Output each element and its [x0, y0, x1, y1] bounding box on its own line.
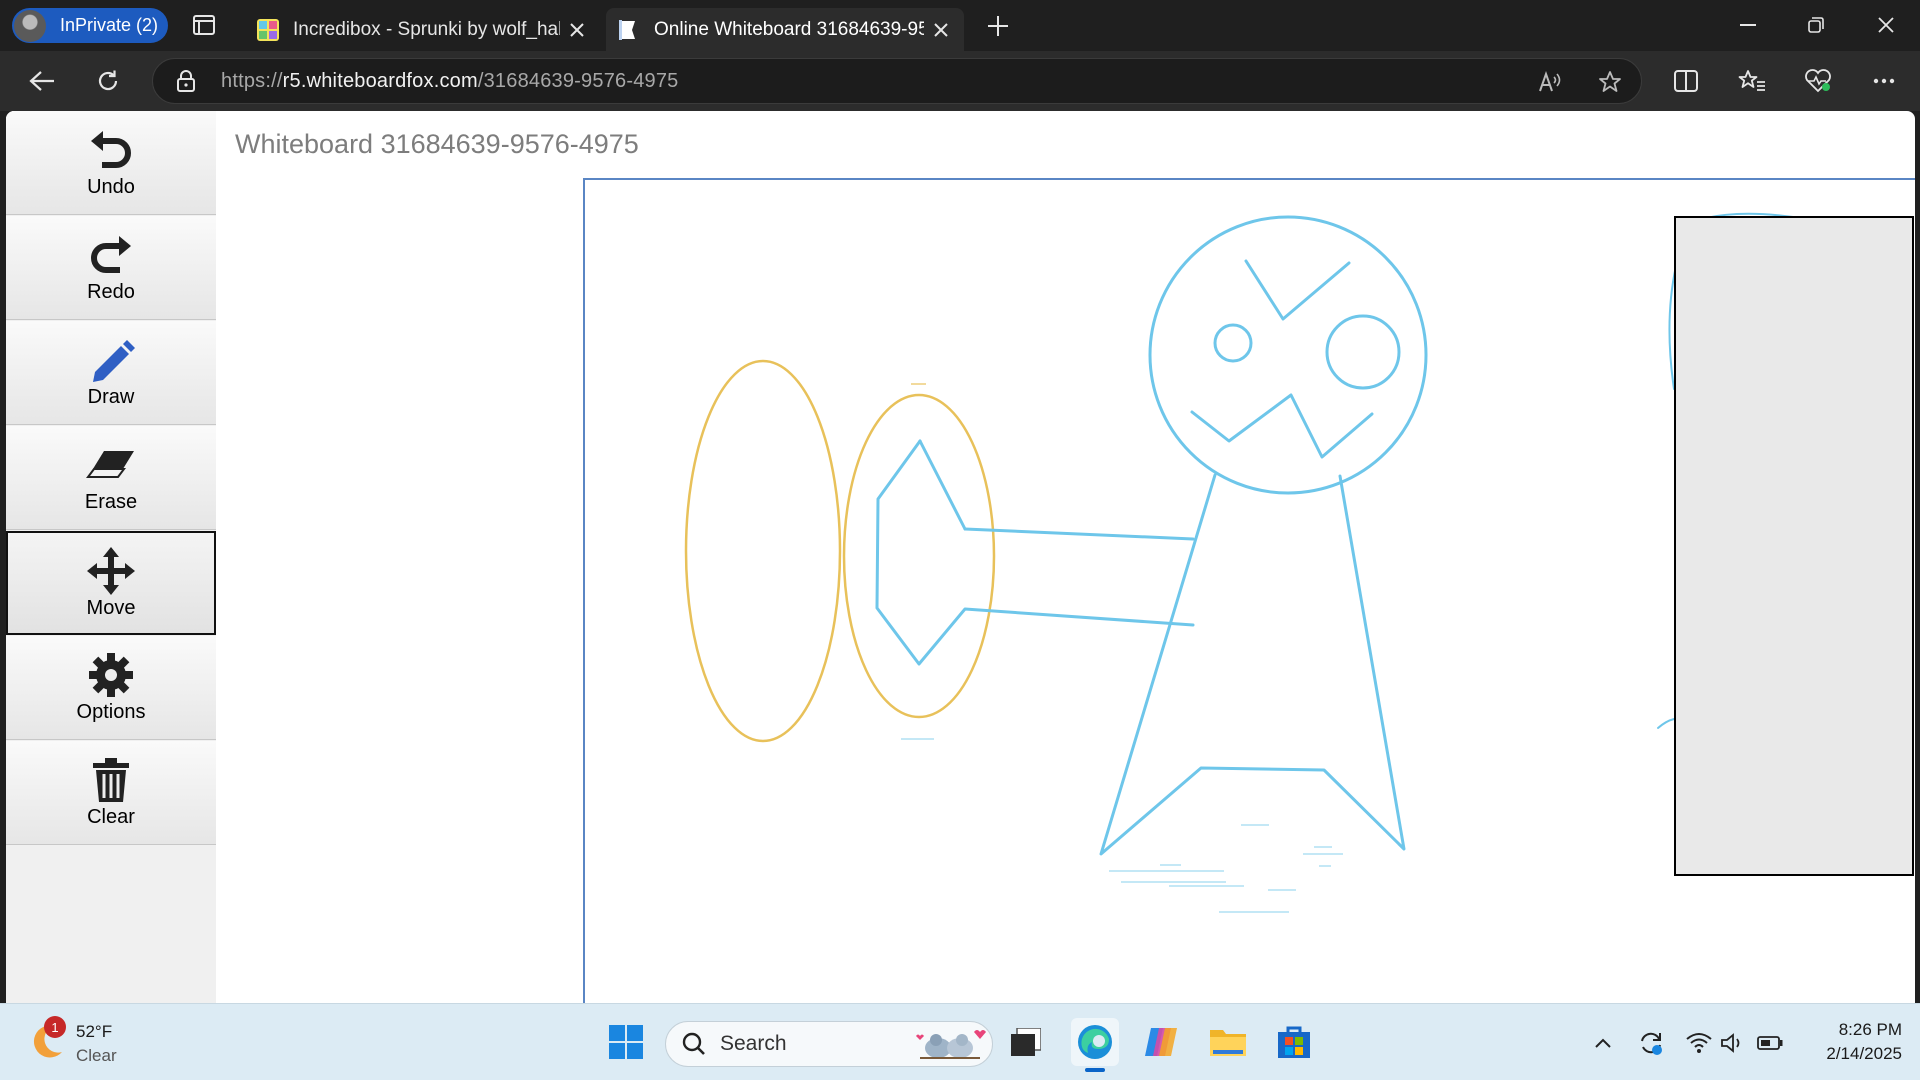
drawing-layer [684, 212, 1807, 913]
browser-toolbar: https://r5.whiteboardfox.com/31684639-95… [0, 51, 1920, 111]
tab-title: Incredibox - Sprunki by wolf_hal [293, 18, 560, 40]
clock-date: 2/14/2025 [1826, 1044, 1902, 1063]
yellow-ellipse-left [684, 359, 842, 743]
system-clock[interactable]: 8:26 PM 2/14/2025 [1792, 1018, 1902, 1066]
weather-condition: Clear [76, 1046, 117, 1065]
file-explorer-button[interactable] [1204, 1018, 1252, 1066]
minimize-icon[interactable] [1714, 0, 1782, 50]
restore-icon[interactable] [1782, 0, 1850, 50]
microsoft-store-button[interactable] [1270, 1018, 1318, 1066]
weather-temp: 52°F [76, 1022, 113, 1041]
edge-app-button[interactable] [1071, 1018, 1119, 1072]
web-page: Undo Redo Draw Erase Move Options Clear … [6, 111, 1915, 1003]
battery-icon[interactable] [1755, 1028, 1785, 1058]
task-view-icon [1011, 1028, 1041, 1056]
tab-incredibox[interactable]: Incredibox - Sprunki by wolf_hal [245, 8, 600, 51]
weather-badge: 1 [44, 1016, 66, 1038]
favorites-icon[interactable] [1732, 63, 1772, 99]
sync-icon[interactable] [1636, 1028, 1666, 1058]
refresh-icon[interactable] [88, 63, 128, 99]
whiteboard-favicon-icon [618, 19, 640, 41]
close-tab-icon[interactable] [560, 13, 594, 47]
close-window-icon[interactable] [1852, 0, 1920, 50]
edge-icon [1078, 1025, 1112, 1059]
store-icon [1278, 1026, 1310, 1058]
search-placeholder: Search [720, 1032, 787, 1055]
lovebirds-icon [914, 1026, 986, 1062]
folder-icon [1210, 1030, 1246, 1056]
split-screen-icon[interactable] [1666, 63, 1706, 99]
address-bar[interactable]: https://r5.whiteboardfox.com/31684639-95… [152, 58, 1642, 104]
task-view-button[interactable] [1002, 1018, 1050, 1066]
copilot-app-button[interactable] [1137, 1018, 1185, 1066]
wifi-icon[interactable] [1684, 1028, 1714, 1058]
tab-actions-icon[interactable] [190, 12, 218, 38]
read-aloud-icon[interactable] [1535, 67, 1565, 97]
search-icon [682, 1032, 706, 1056]
tab-whiteboard[interactable]: Online Whiteboard 31684639-9576-4975 [606, 8, 964, 51]
clock-time: 8:26 PM [1838, 1020, 1902, 1039]
overview-minimap[interactable] [1674, 216, 1914, 876]
inprivate-button[interactable]: InPrivate (2) [12, 8, 168, 43]
tab-strip: InPrivate (2) Incredibox - Sprunki by wo… [0, 0, 1920, 51]
tab-title: Online Whiteboard 31684639-9576-4975 [654, 18, 924, 40]
weather-widget[interactable]: 1 52°F Clear [26, 1014, 166, 1070]
copilot-icon [1145, 1028, 1177, 1056]
lock-icon[interactable] [177, 70, 201, 92]
inprivate-label: InPrivate (2) [60, 15, 159, 35]
chevron-up-icon[interactable] [1588, 1028, 1618, 1058]
browser-essentials-icon[interactable] [1798, 63, 1838, 99]
windows-icon [609, 1025, 643, 1059]
close-tab-icon[interactable] [924, 13, 958, 47]
back-icon[interactable] [22, 63, 62, 99]
taskbar-search[interactable]: Search [665, 1021, 993, 1067]
taskbar: 1 52°F Clear Search 8:26 PM 2/14/2025 [0, 1003, 1920, 1080]
start-button[interactable] [602, 1018, 650, 1066]
url-text: https://r5.whiteboardfox.com/31684639-95… [221, 69, 679, 92]
new-tab-icon[interactable] [980, 10, 1016, 42]
more-menu-icon[interactable] [1864, 63, 1904, 99]
favorite-star-icon[interactable] [1595, 67, 1625, 97]
volume-icon[interactable] [1718, 1028, 1748, 1058]
blue-head-circle [1148, 215, 1428, 495]
incredibox-favicon-icon [257, 18, 279, 41]
profile-avatar [14, 9, 46, 42]
